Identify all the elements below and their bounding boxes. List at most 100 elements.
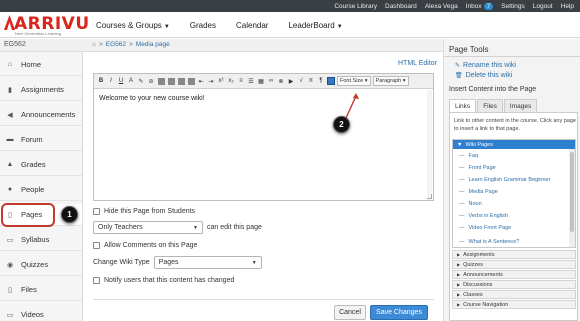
- outdent-button[interactable]: ⇤: [197, 77, 205, 86]
- breadcrumb-course[interactable]: EG562: [106, 41, 126, 48]
- save-changes-button[interactable]: Save Changes: [370, 305, 428, 320]
- top-link-inbox[interactable]: Inbox 7: [466, 2, 494, 10]
- notify-checkbox[interactable]: [93, 277, 100, 284]
- bullet-list-button[interactable]: ≡: [237, 77, 245, 86]
- sidebar-item-quizzes[interactable]: ◉ Quizzes: [0, 254, 82, 276]
- tab-images[interactable]: Images: [503, 99, 538, 112]
- nav-calendar[interactable]: Calendar: [236, 21, 268, 30]
- align-center-button[interactable]: [167, 77, 175, 86]
- video-icon: ▭: [6, 311, 14, 319]
- unlink-button[interactable]: ⊗: [277, 77, 285, 86]
- rename-wiki-link[interactable]: ✎ Rename this wiki: [455, 62, 516, 69]
- sidebar-item-label: Home: [21, 60, 42, 69]
- table-button[interactable]: ▦: [257, 77, 265, 86]
- sidebar-item-syllabus[interactable]: ▭ Syllabus: [0, 229, 82, 251]
- allow-comments-option: Allow Comments on this Page: [93, 242, 197, 249]
- wiki-page-link[interactable]: — Media Page: [459, 189, 498, 195]
- nav-courses-groups[interactable]: Courses & Groups ▼: [96, 21, 170, 30]
- paragraph-select[interactable]: Paragraph ▾: [372, 76, 409, 86]
- align-left-icon: [157, 77, 165, 85]
- sidebar-item-assignments[interactable]: ▮ Assignments: [0, 79, 82, 101]
- rich-text-editor[interactable]: B I U A ✎ ⊘ ⇤ ⇥ x² x₂ ≡ ☰ ▦ ∞ ⊗ ▶ √ π ¶ …: [93, 73, 434, 201]
- tree-scrollbar-thumb[interactable]: [570, 152, 574, 232]
- nav-leaderboard[interactable]: LeaderBoard ▼: [288, 21, 342, 30]
- top-link-course-library[interactable]: Course Library: [334, 3, 377, 10]
- html-editor-link[interactable]: HTML Editor: [398, 60, 437, 67]
- file-icon: ▯: [8, 286, 12, 294]
- sidebar-item-files[interactable]: ▯ Files: [0, 279, 82, 301]
- section-discussions[interactable]: ▶ Discussions: [452, 280, 576, 289]
- clear-format-button[interactable]: ⊘: [147, 77, 155, 86]
- sidebar-item-forum[interactable]: ▬ Forum: [0, 129, 82, 151]
- wiki-page-link[interactable]: — Video Front Page: [459, 225, 511, 231]
- editors-select[interactable]: Only Teachers ▼: [93, 221, 203, 234]
- wiki-page-link[interactable]: — Noun: [459, 201, 482, 207]
- wiki-pages-header[interactable]: ▼ Wiki Pages: [453, 140, 575, 149]
- sidebar-item-home[interactable]: ⌂ Home: [0, 54, 82, 76]
- superscript-button[interactable]: x²: [217, 77, 225, 86]
- cancel-button[interactable]: Cancel: [334, 305, 366, 320]
- text-color-button[interactable]: A: [127, 77, 135, 86]
- megaphone-icon: ◀: [7, 111, 13, 119]
- section-announcements[interactable]: ▶ Announcements: [452, 270, 576, 279]
- tab-files[interactable]: Files: [477, 99, 503, 112]
- chevron-down-icon: ▼: [163, 23, 170, 30]
- sidebar-item-videos[interactable]: ▭ Videos: [0, 304, 82, 321]
- nav-grades[interactable]: Grades: [190, 21, 216, 30]
- wiki-type-select[interactable]: Pages ▼: [153, 256, 262, 269]
- grades-icon: ▲: [6, 161, 14, 168]
- align-left-button[interactable]: [157, 77, 165, 86]
- media-button[interactable]: ▶: [287, 77, 295, 86]
- top-link-dashboard[interactable]: Dashboard: [385, 3, 417, 10]
- section-quizzes[interactable]: ▶ Quizzes: [452, 260, 576, 269]
- wiki-page-link[interactable]: — Learn English Grammar Beginner: [459, 177, 550, 183]
- align-right-button[interactable]: [177, 77, 185, 86]
- indent-button[interactable]: ⇥: [207, 77, 215, 86]
- sidebar-item-people[interactable]: ● People: [0, 179, 82, 201]
- tab-links[interactable]: Links: [449, 99, 477, 112]
- chevron-down-icon: ▼: [193, 224, 198, 231]
- top-link-help[interactable]: Help: [561, 3, 574, 10]
- image-icon: [327, 77, 335, 85]
- equation-button[interactable]: √: [297, 77, 305, 86]
- sidebar-item-grades[interactable]: ▲ Grades: [0, 154, 82, 176]
- rtl-button[interactable]: ¶: [317, 77, 325, 86]
- section-label: Course Navigation: [463, 301, 509, 308]
- section-course-navigation[interactable]: ▶ Course Navigation: [452, 300, 576, 309]
- top-link-logout[interactable]: Logout: [533, 3, 553, 10]
- underline-button[interactable]: U: [117, 77, 125, 86]
- subscript-button[interactable]: x₂: [227, 77, 235, 86]
- divider: [444, 56, 580, 57]
- wiki-page-link[interactable]: — What is A Sentence?: [459, 239, 519, 245]
- hide-page-checkbox[interactable]: [93, 208, 100, 215]
- numbered-list-button[interactable]: ☰: [247, 77, 255, 86]
- italic-button[interactable]: I: [107, 77, 115, 86]
- justify-button[interactable]: [187, 77, 195, 86]
- wiki-page-link[interactable]: — Front Page: [459, 165, 496, 171]
- delete-wiki-link[interactable]: 🗑 Delete this wiki: [455, 72, 512, 79]
- wiki-page-link[interactable]: — Verbs in English: [459, 213, 508, 219]
- allow-comments-checkbox[interactable]: [93, 242, 100, 249]
- top-link-user[interactable]: Alexa Vega: [425, 3, 458, 10]
- image-button[interactable]: [327, 77, 335, 86]
- logo[interactable]: ARRIVU Next Generation Learning: [4, 14, 89, 38]
- wiki-pages-tree: ▼ Wiki Pages — Faq — Front Page — Learn Engl…: [452, 139, 576, 248]
- highlight-color-button[interactable]: ✎: [137, 77, 145, 86]
- sidebar-item-announcements[interactable]: ◀ Announcements: [0, 104, 82, 126]
- font-size-select[interactable]: Font Size ▾: [337, 76, 371, 86]
- editor-content[interactable]: Welcome to your new course wiki!: [99, 95, 205, 102]
- link-button[interactable]: ∞: [267, 77, 275, 86]
- bold-button[interactable]: B: [97, 77, 105, 86]
- breadcrumb: ⌂ > EG562 > Media page: [92, 41, 170, 48]
- top-link-settings[interactable]: Settings: [501, 3, 525, 10]
- chevron-right-icon: ▶: [457, 272, 461, 277]
- section-assignments[interactable]: ▶ Assignments: [452, 250, 576, 259]
- section-classes[interactable]: ▶ Classes: [452, 290, 576, 299]
- resize-handle-icon[interactable]: [427, 194, 432, 199]
- chevron-down-icon: ▼: [336, 23, 343, 30]
- breadcrumb-page[interactable]: Media page: [136, 41, 170, 48]
- editor-scrollbar[interactable]: [427, 90, 432, 200]
- home-icon[interactable]: ⌂: [92, 41, 96, 48]
- pi-button[interactable]: π: [307, 77, 315, 86]
- wiki-page-link[interactable]: — Faq: [459, 153, 478, 159]
